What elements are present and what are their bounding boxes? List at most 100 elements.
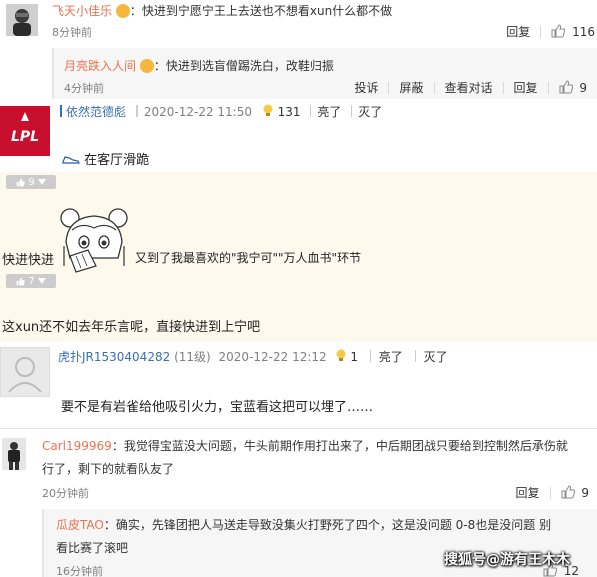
separator	[549, 486, 551, 499]
view-dialog-button[interactable]: 查看对话	[445, 79, 493, 96]
name-marker	[60, 105, 62, 117]
separator	[547, 81, 549, 94]
username-link[interactable]: 月亮跌入人间	[64, 59, 136, 73]
like-button[interactable]: 9	[559, 80, 587, 95]
comment-time: 20分钟前	[42, 487, 89, 500]
reply-button[interactable]: 回复	[514, 79, 538, 96]
post-date: 2020-12-22 12:12	[218, 350, 327, 364]
username-link[interactable]: 瓜皮TAO	[56, 518, 104, 532]
comment-text: 在客厅滑跪	[84, 153, 150, 168]
reply-line: 月亮跌入人间 ：快进到选盲僧踢洗白，改鞋归振	[64, 57, 334, 74]
user-level: (11级)	[174, 350, 211, 364]
colon: ：	[129, 4, 142, 18]
like-badge[interactable]: 9	[6, 175, 56, 189]
reply-text: 快进到选盲僧踢洗白，改鞋归振	[165, 59, 334, 73]
separator	[135, 105, 138, 117]
colon: ：	[111, 439, 124, 453]
bulb-light-button[interactable]: 131	[256, 104, 305, 119]
comment-line: 飞天小佳乐 ：快进到宁愿宁王上去送也不想看xun什么都不做	[52, 2, 392, 19]
separator	[310, 105, 312, 117]
user-photo-icon	[2, 438, 26, 470]
chevron-down-icon	[37, 278, 46, 284]
bulb-count: 131	[277, 105, 301, 119]
vip-emoji-icon	[139, 59, 154, 73]
thumbs-up-icon	[551, 24, 566, 38]
vip-emoji-icon	[115, 4, 130, 18]
bulb-count: 1	[350, 350, 358, 364]
separator	[433, 81, 435, 94]
reply-line-2: 看比赛了滚吧	[56, 541, 129, 555]
avatar-default[interactable]	[0, 347, 50, 397]
separator	[369, 350, 371, 362]
comment-text: 我觉得宝蓝没大问题，牛头前期作用打出来了，中后期团战只要给到控制然后承伤就	[123, 439, 568, 453]
block-button[interactable]: 屏蔽	[399, 79, 423, 96]
chevron-down-icon	[37, 179, 46, 185]
comment-actions: 回复 9	[516, 484, 589, 501]
username-link[interactable]: 依然范德彪	[66, 105, 126, 119]
comment-line-2: 行了，剩下的就看队友了	[42, 462, 175, 476]
like-button[interactable]: 116	[551, 24, 595, 39]
reply-time: 4分钟前	[64, 82, 104, 95]
reply-text: 确实，先锋团把人马送走导致没集火打野死了四个，这是没问题 0-8也是没问题 别	[115, 518, 552, 532]
comment-actions: 回复 116	[506, 23, 595, 40]
thumbs-up-icon	[16, 178, 26, 186]
separator	[351, 105, 353, 117]
dim-button[interactable]: 灭了	[424, 350, 448, 364]
post-date: 2020-12-22 11:50	[143, 105, 252, 119]
lightbulb-icon	[263, 104, 273, 116]
svg-text:LPL: LPL	[11, 129, 39, 145]
reply-button[interactable]: 回复	[516, 484, 540, 501]
colon: ：	[103, 518, 116, 532]
reply-button[interactable]: 回复	[506, 23, 530, 40]
bulb-light-button[interactable]: 1	[331, 349, 362, 364]
thumbs-up-icon	[561, 485, 575, 499]
like-count: 9	[581, 486, 589, 500]
comment-text: 要不是有岩雀给他吸引火力，宝蓝看这把可以埋了……	[61, 400, 374, 415]
thumbs-up-icon	[16, 277, 26, 285]
dim-button[interactable]: 灭了	[358, 105, 382, 119]
comment-body: 在客厅滑跪	[62, 149, 149, 168]
nested-reply: 月亮跌入人间 ：快进到选盲僧踢洗白，改鞋归振 4分钟前 投诉 屏蔽 查看对话 回…	[52, 48, 597, 99]
comment-text-before: 快进快进	[2, 253, 55, 268]
user-photo-icon	[6, 4, 38, 36]
separator	[540, 25, 542, 38]
comment-header: 依然范德彪 2020-12-22 11:50 131 亮了 灭了	[60, 103, 382, 120]
like-count: 116	[572, 25, 595, 39]
thumbs-up-icon	[559, 80, 573, 94]
comment-text: 快进到宁愿宁王上去送也不想看xun什么都不做	[141, 4, 393, 18]
username-link[interactable]: 虎扑JR1530404282	[58, 350, 170, 364]
lpl-logo-icon: LPL	[11, 112, 39, 145]
username-link[interactable]: 飞天小佳乐	[52, 4, 112, 18]
like-badge[interactable]: 7	[6, 274, 56, 288]
badge-count: 7	[28, 275, 35, 287]
report-button[interactable]: 投诉	[354, 79, 378, 96]
avatar-carl[interactable]	[2, 438, 26, 470]
username-link[interactable]: Carl199969	[42, 439, 112, 453]
comment-line-1: Carl199969：我觉得宝蓝没大问题，牛头前期作用打出来了，中后期团战只要给…	[42, 437, 568, 454]
light-button[interactable]: 亮了	[379, 350, 403, 364]
lightbulb-icon	[336, 349, 345, 361]
separator	[388, 81, 390, 94]
colon: ：	[153, 59, 166, 73]
watermark: 搜狐号@游有王木木	[444, 552, 570, 568]
badge-count: 9	[28, 176, 35, 188]
reply-actions: 投诉 屏蔽 查看对话 回复 9	[354, 79, 587, 96]
anime-sticker	[56, 206, 132, 274]
like-button[interactable]: 9	[561, 485, 589, 500]
avatar-feitian[interactable]	[6, 4, 38, 36]
comment-time: 8分钟前	[52, 26, 92, 39]
comment-header: 虎扑JR1530404282 (11级) 2020-12-22 12:12 1 …	[58, 348, 448, 365]
comment-text: 这xun还不如去年乐言呢，直接快进到上宁吧	[2, 320, 261, 335]
avatar-lpl[interactable]: LPL	[0, 106, 50, 156]
light-button[interactable]: 亮了	[317, 105, 341, 119]
reply-time: 16分钟前	[56, 565, 103, 577]
comment-text-after: 又到了我最喜欢的"我宁可""万人血书"环节	[135, 251, 362, 265]
separator	[502, 81, 504, 94]
default-user-icon	[8, 357, 42, 393]
anime-girl-sticker-icon	[60, 208, 128, 273]
separator	[414, 350, 416, 362]
reply-line-1: 瓜皮TAO：确实，先锋团把人马送走导致没集火打野死了四个，这是没问题 0-8也是…	[56, 516, 551, 533]
like-count: 9	[579, 81, 587, 95]
divider	[0, 428, 597, 429]
sneaker-icon	[62, 156, 80, 164]
